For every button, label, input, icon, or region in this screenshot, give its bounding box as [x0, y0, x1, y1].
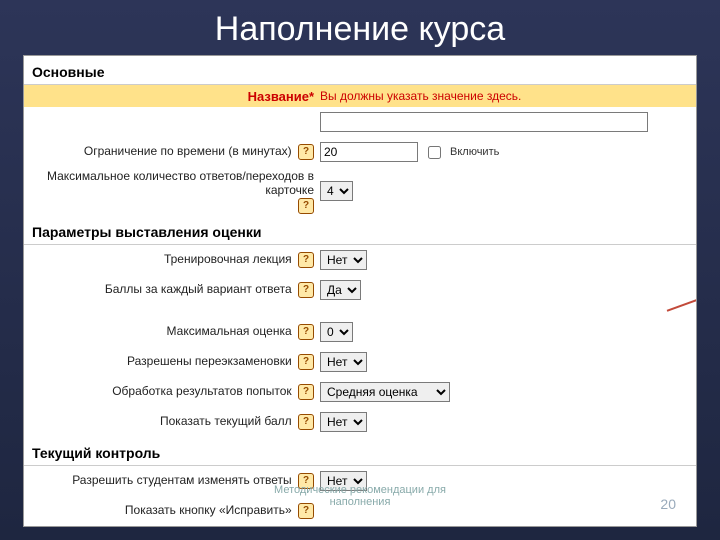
custom-label: Баллы за каждый вариант ответа: [105, 282, 292, 296]
row-name-input: [24, 107, 696, 137]
name-label: Название*: [24, 89, 320, 104]
row-custom: Баллы за каждый вариант ответа ? Да: [24, 275, 696, 305]
practice-select[interactable]: Нет: [320, 250, 367, 270]
row-maxgrade: Максимальная оценка ? 0: [24, 317, 696, 347]
timelimit-enable-checkbox[interactable]: [428, 146, 441, 159]
timelimit-enable-label: Включить: [450, 146, 499, 158]
custom-select[interactable]: Да: [320, 280, 361, 300]
maxanswers-label: Максимальное количество ответов/переходо…: [24, 169, 314, 198]
name-input[interactable]: [320, 112, 648, 132]
timelimit-label: Ограничение по времени (в минутах): [84, 144, 292, 158]
row-handling: Обработка результатов попыток ? Средняя …: [24, 377, 696, 407]
timelimit-input[interactable]: [320, 142, 418, 162]
handling-select[interactable]: Средняя оценка: [320, 382, 450, 402]
footer-note: Методические рекомендации для наполнения: [24, 484, 696, 508]
help-icon[interactable]: ?: [298, 282, 314, 298]
help-icon[interactable]: ?: [298, 414, 314, 430]
slide-title: Наполнение курса: [0, 0, 720, 55]
help-icon[interactable]: ?: [298, 324, 314, 340]
row-retake: Разрешены переэкзаменовки ? Нет: [24, 347, 696, 377]
section-main-header: Основные: [24, 56, 696, 85]
maxanswers-select[interactable]: 4: [320, 181, 353, 201]
help-icon[interactable]: ?: [298, 354, 314, 370]
ongoing-label: Показать текущий балл: [160, 414, 292, 428]
help-icon[interactable]: ?: [298, 144, 314, 160]
retake-label: Разрешены переэкзаменовки: [127, 354, 292, 368]
retake-select[interactable]: Нет: [320, 352, 367, 372]
ongoing-select[interactable]: Нет: [320, 412, 367, 432]
name-error-text: Вы должны указать значение здесь.: [320, 89, 521, 103]
row-ongoing: Показать текущий балл ? Нет: [24, 407, 696, 437]
row-timelimit: Ограничение по времени (в минутах) ? Вкл…: [24, 137, 696, 167]
help-icon[interactable]: ?: [298, 198, 314, 214]
practice-label: Тренировочная лекция: [164, 252, 292, 266]
maxgrade-select[interactable]: 0: [320, 322, 353, 342]
handling-label: Обработка результатов попыток: [112, 384, 291, 398]
row-name-error: Название* Вы должны указать значение зде…: [24, 85, 696, 107]
section-flow-header: Текущий контроль: [24, 437, 696, 466]
section-grading-header: Параметры выставления оценки: [24, 216, 696, 245]
row-maxanswers: Максимальное количество ответов/переходо…: [24, 167, 696, 216]
page-number: 20: [660, 496, 676, 512]
help-icon[interactable]: ?: [298, 252, 314, 268]
row-practice: Тренировочная лекция ? Нет: [24, 245, 696, 275]
maxgrade-label: Максимальная оценка: [167, 324, 292, 338]
moodle-form-panel: Основные Название* Вы должны указать зна…: [23, 55, 697, 527]
help-icon[interactable]: ?: [298, 384, 314, 400]
